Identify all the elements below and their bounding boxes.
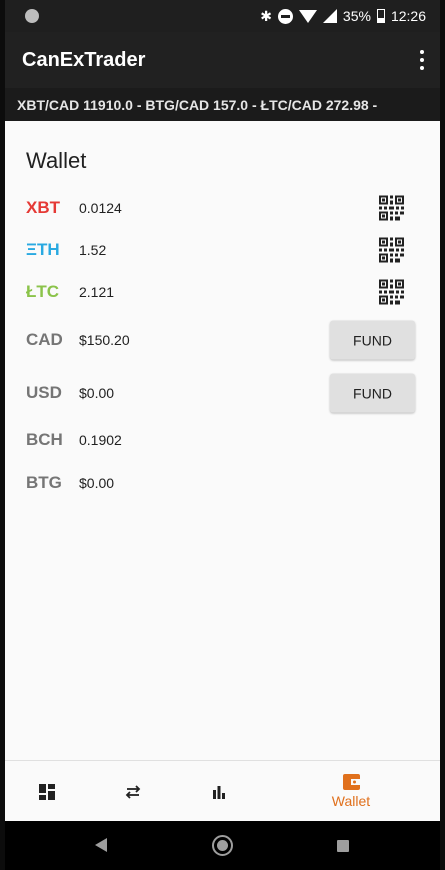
back-icon[interactable]	[95, 838, 107, 852]
currency-amount: 0.0124	[79, 200, 122, 216]
swap-icon	[125, 784, 141, 799]
bluetooth-icon: ✱	[260, 7, 272, 24]
recents-icon[interactable]	[337, 840, 349, 852]
wallet-row-ltc: ŁTC 2.121	[5, 272, 440, 312]
page-title: Wallet	[26, 148, 87, 173]
wallet-row-btg: BTG $0.00	[5, 463, 440, 503]
battery-icon	[376, 9, 385, 23]
status-icons: ✱ 35% 12:26	[260, 0, 426, 32]
currency-symbol: USD	[26, 383, 62, 402]
wallet-icon	[342, 774, 360, 790]
fund-usd-button[interactable]: FUND	[330, 373, 415, 413]
qr-code-icon[interactable]	[379, 195, 404, 221]
currency-amount: 2.121	[79, 284, 115, 300]
phone-screen: ✱ 35% 12:26 CanExTrader XBT/CAD 11910.0 …	[5, 0, 440, 870]
wallet-row-xbt: XBT 0.0124	[5, 188, 440, 228]
qr-code-icon[interactable]	[379, 237, 404, 263]
do-not-disturb-icon	[277, 8, 293, 24]
currency-amount: 1.52	[79, 242, 107, 258]
signal-icon	[322, 9, 337, 23]
currency-symbol: ŁTC	[26, 282, 60, 301]
currency-amount: 0.1902	[79, 432, 122, 448]
qr-code-icon[interactable]	[379, 279, 404, 305]
system-navigation	[5, 821, 440, 870]
currency-symbol: XBT	[26, 198, 60, 217]
battery-percent: 35%	[342, 8, 371, 24]
currency-amount: $0.00	[79, 475, 115, 491]
nav-wallet-label: Wallet	[331, 793, 371, 809]
currency-symbol: ΞTH	[26, 240, 60, 259]
nav-charts[interactable]	[179, 761, 259, 822]
app-bar: CanExTrader	[5, 32, 440, 88]
wallet-row-bch: BCH 0.1902	[5, 420, 440, 460]
status-bar: ✱ 35% 12:26	[5, 0, 440, 32]
wifi-icon	[298, 9, 317, 23]
currency-amount: $150.20	[79, 332, 130, 348]
nav-wallet[interactable]: Wallet	[311, 761, 391, 822]
bar-chart-icon	[213, 785, 225, 799]
more-vert-icon[interactable]	[418, 50, 426, 70]
wallet-row-usd: USD $0.00 FUND	[5, 373, 440, 413]
bottom-navigation: Wallet	[5, 760, 440, 821]
nav-dashboard[interactable]	[7, 761, 87, 822]
wallet-row-cad: CAD $150.20 FUND	[5, 320, 440, 360]
currency-symbol: BTG	[26, 473, 62, 492]
dashboard-icon	[39, 783, 55, 800]
clock: 12:26	[390, 8, 426, 24]
home-icon[interactable]	[212, 835, 233, 856]
wallet-screen: Wallet XBT 0.0124 ΞTH 1.52 ŁTC 2.121 CAD…	[5, 121, 440, 760]
record-dot-icon	[25, 9, 39, 23]
price-ticker: XBT/CAD 11910.0 - BTG/CAD 157.0 - ŁTC/CA…	[5, 88, 440, 121]
fund-cad-button[interactable]: FUND	[330, 320, 415, 360]
currency-amount: $0.00	[79, 385, 115, 401]
nav-trade[interactable]	[93, 761, 173, 822]
currency-symbol: BCH	[26, 430, 63, 449]
currency-symbol: CAD	[26, 330, 63, 349]
wallet-row-eth: ΞTH 1.52	[5, 230, 440, 270]
app-title: CanExTrader	[22, 49, 146, 71]
